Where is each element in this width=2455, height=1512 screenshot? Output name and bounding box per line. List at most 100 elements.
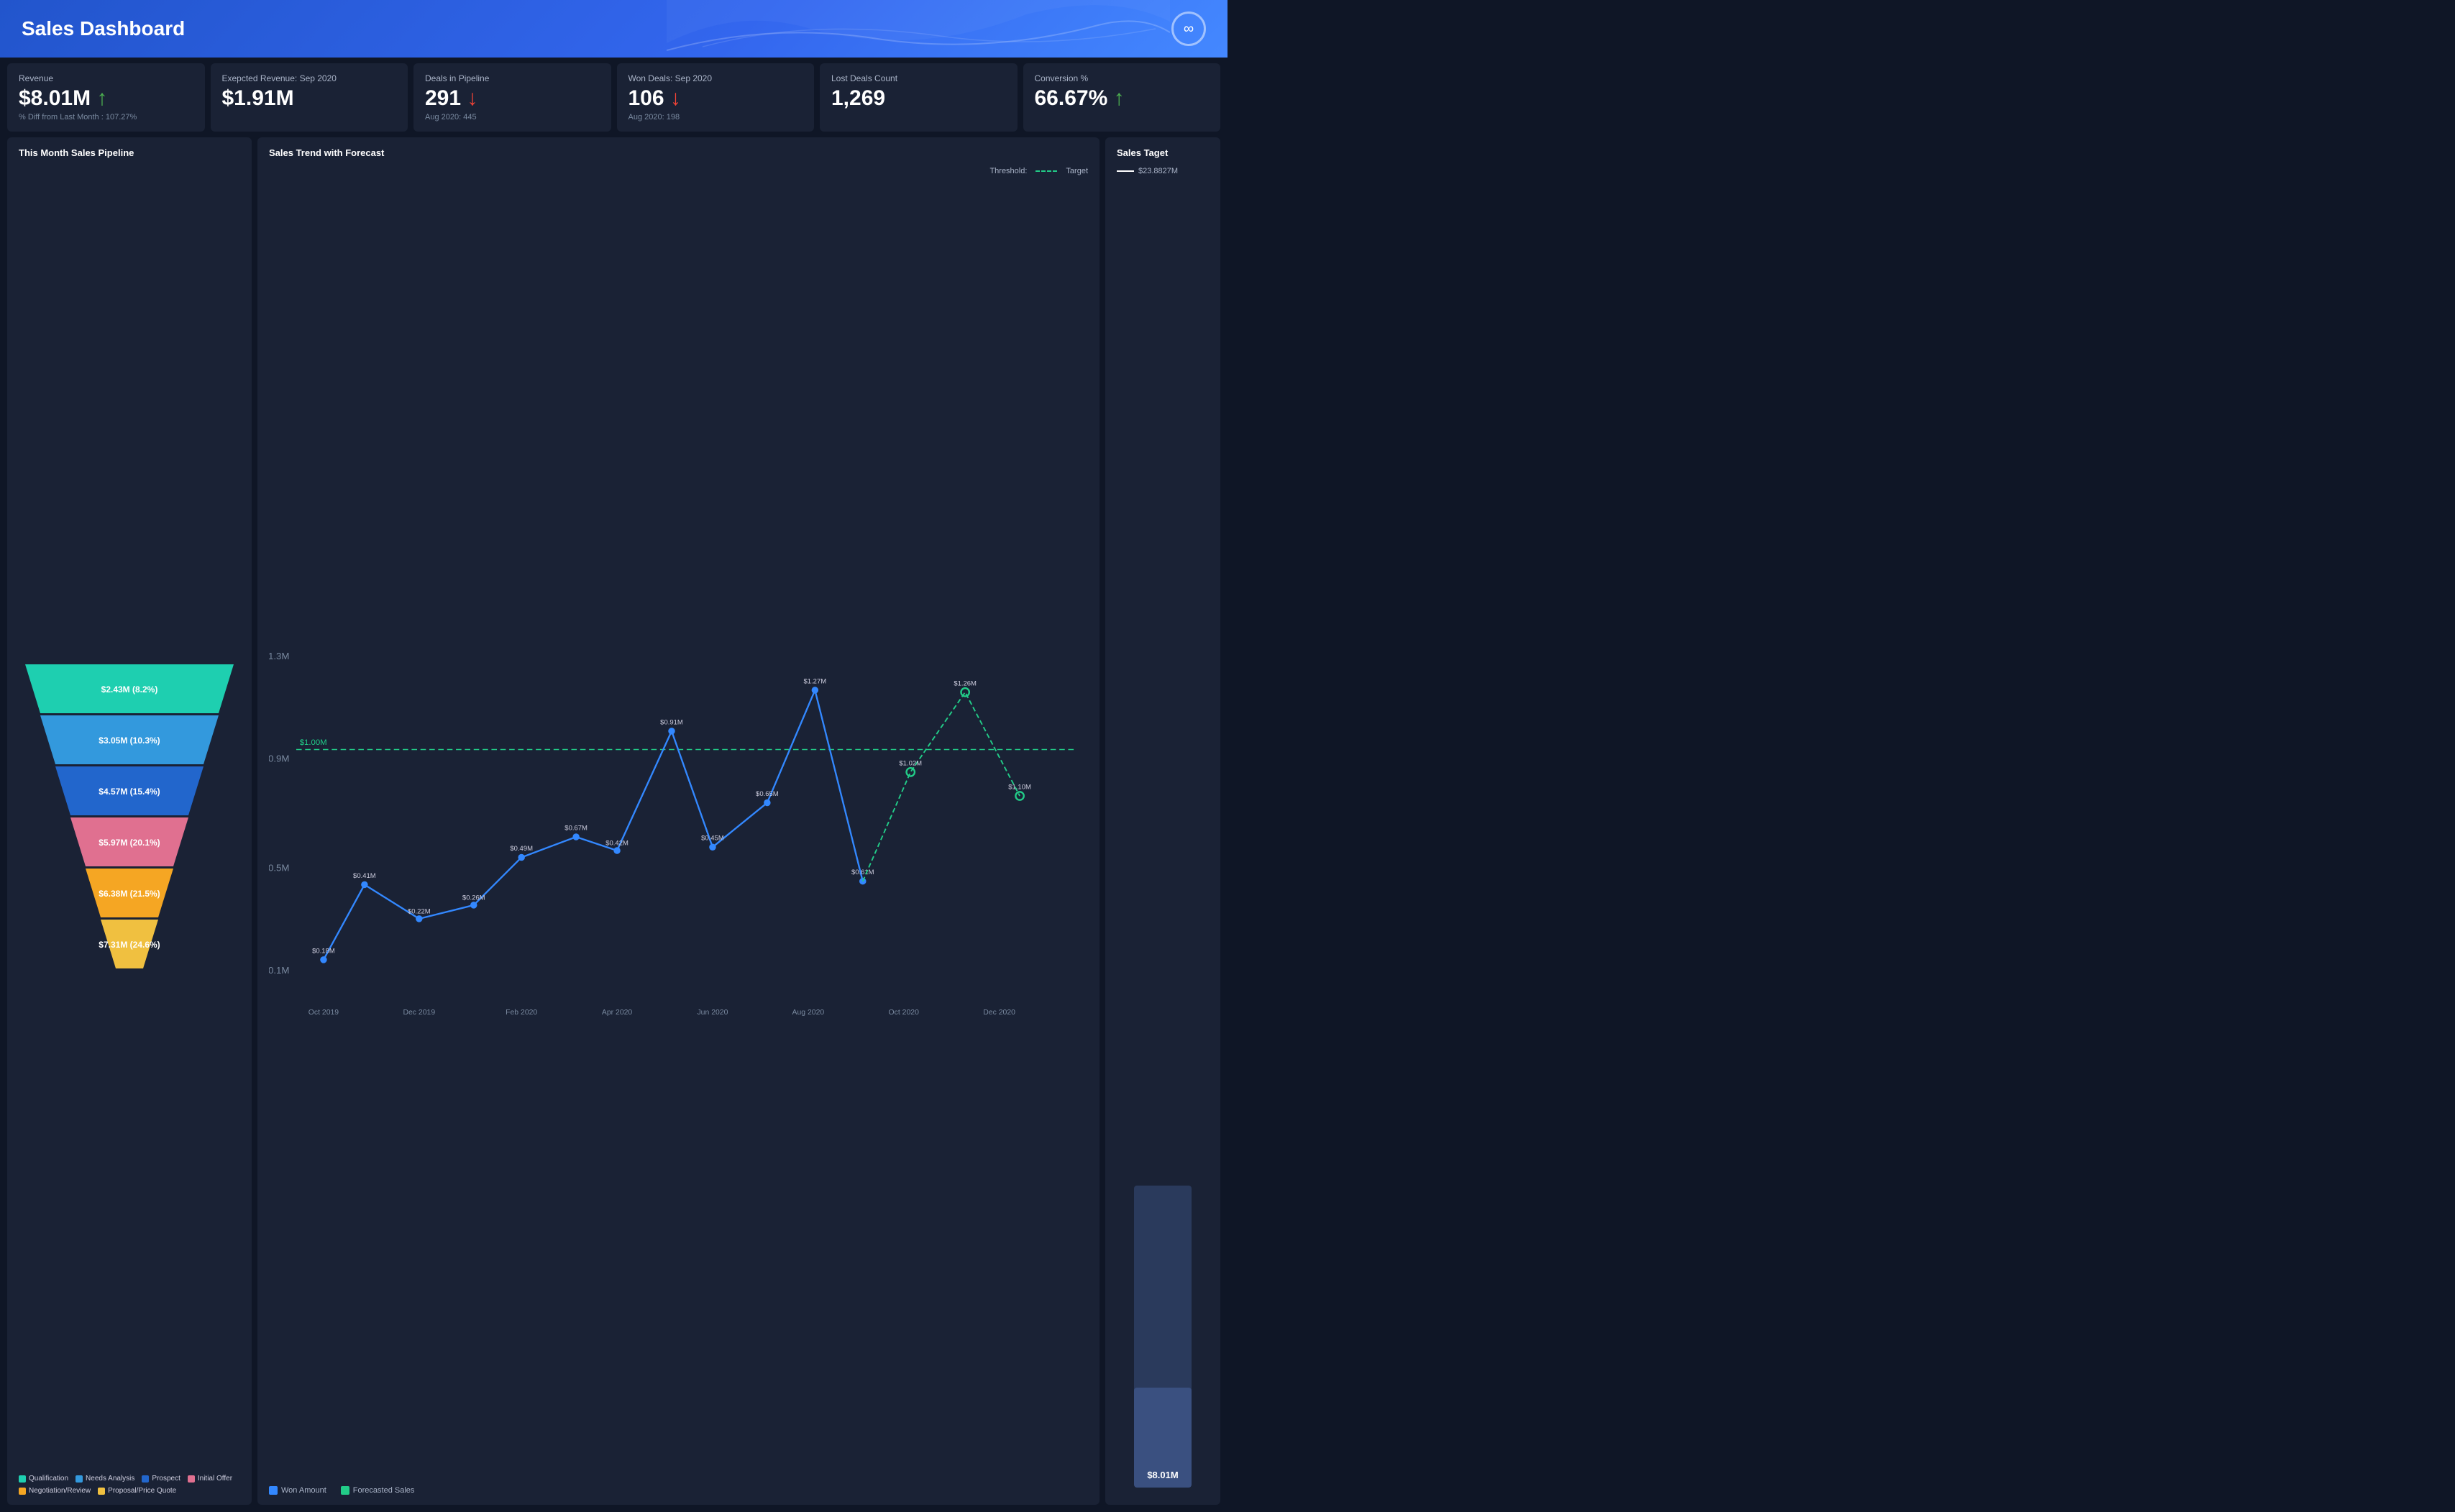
svg-text:$0.45M: $0.45M — [701, 835, 724, 843]
target-bar-container: $8.01M — [1117, 180, 1209, 1495]
header-title: Sales Dashboard — [22, 17, 185, 40]
svg-text:Oct 2019: Oct 2019 — [308, 1009, 339, 1017]
legend-item-1: Needs Analysis — [76, 1475, 134, 1483]
svg-text:$0.65M: $0.65M — [756, 790, 779, 798]
legend-won-label: Won Amount — [281, 1486, 326, 1495]
kpi-conversion-label: Conversion % — [1035, 73, 1210, 83]
kpi-lost-value: 1,269 — [831, 86, 1006, 110]
target-title: Sales Taget — [1117, 147, 1209, 158]
kpi-revenue-value: $8.01M ↑ — [19, 86, 193, 110]
svg-text:$1.27M: $1.27M — [804, 677, 827, 685]
svg-text:Feb 2020: Feb 2020 — [506, 1009, 537, 1017]
kpi-expected-value: $1.91M — [222, 86, 397, 110]
legend-label-3: Initial Offer — [198, 1475, 232, 1483]
kpi-row: Revenue $8.01M ↑ % Diff from Last Month … — [0, 58, 1228, 137]
kpi-expected-revenue: Exepcted Revenue: Sep 2020 $1.91M — [211, 63, 408, 132]
legend-item-0: Qualification — [19, 1475, 68, 1483]
kpi-lost-label: Lost Deals Count — [831, 73, 1006, 83]
legend-won: Won Amount — [269, 1486, 326, 1495]
svg-text:$0.61M: $0.61M — [851, 869, 874, 876]
kpi-won-sub: Aug 2020: 198 — [628, 113, 803, 122]
svg-text:$0.42M: $0.42M — [605, 839, 628, 847]
legend-label-1: Needs Analysis — [86, 1475, 134, 1483]
kpi-conversion: Conversion % 66.67% ↑ — [1023, 63, 1221, 132]
legend-label-4: Negotiation/Review — [29, 1487, 91, 1495]
svg-text:Jun 2020: Jun 2020 — [697, 1009, 728, 1017]
funnel-step-2: $4.57M (15.4%) — [25, 766, 234, 815]
svg-text:$1.26M: $1.26M — [954, 679, 977, 687]
kpi-pipeline-label: Deals in Pipeline — [425, 73, 600, 83]
kpi-lost-deals: Lost Deals Count 1,269 — [820, 63, 1018, 132]
chart-panel: Sales Trend with Forecast Threshold: Tar… — [257, 137, 1100, 1505]
svg-text:Aug 2020: Aug 2020 — [792, 1009, 824, 1017]
kpi-conversion-value: 66.67% ↑ — [1035, 86, 1210, 110]
legend-item-3: Initial Offer — [188, 1475, 232, 1483]
header-wave — [667, 0, 1170, 58]
svg-text:$4.57M (15.4%): $4.57M (15.4%) — [99, 787, 160, 797]
target-panel: Sales Taget $23.8827M $8.01M — [1105, 137, 1220, 1505]
funnel-step-4: $6.38M (21.5%) — [25, 869, 234, 917]
threshold-label: Threshold: — [989, 167, 1027, 175]
svg-text:Dec 2019: Dec 2019 — [403, 1009, 435, 1017]
svg-text:$0.22M: $0.22M — [408, 907, 431, 915]
legend-label-0: Qualification — [29, 1475, 68, 1483]
funnel-step-5: $7.31M (24.6%) — [25, 920, 234, 968]
svg-text:$6.38M (21.5%): $6.38M (21.5%) — [99, 889, 160, 899]
legend-item-2: Prospect — [142, 1475, 180, 1483]
funnel-panel: This Month Sales Pipeline $2.43M (8.2%)$… — [7, 137, 252, 1505]
svg-text:$5.97M (20.1%): $5.97M (20.1%) — [99, 838, 160, 848]
target-line: $23.8827M — [1117, 167, 1209, 175]
main-content: This Month Sales Pipeline $2.43M (8.2%)$… — [0, 137, 1228, 1512]
svg-text:$0.67M: $0.67M — [564, 825, 588, 833]
target-bar-fill: $8.01M — [1134, 1388, 1192, 1488]
funnel-title: This Month Sales Pipeline — [19, 147, 240, 158]
target-current-value: $8.01M — [1134, 1470, 1192, 1480]
svg-text:Apr 2020: Apr 2020 — [602, 1009, 633, 1017]
funnel-container: $2.43M (8.2%) $3.05M (10.3%) $4.57M (15.4%… — [19, 167, 240, 1466]
chart-title: Sales Trend with Forecast — [269, 147, 1088, 158]
svg-text:$0.26M: $0.26M — [462, 894, 485, 902]
kpi-won-value: 106 ↓ — [628, 86, 803, 110]
kpi-won-label: Won Deals: Sep 2020 — [628, 73, 803, 83]
svg-text:$1.02M: $1.02M — [899, 759, 922, 767]
kpi-pipeline: Deals in Pipeline 291 ↓ Aug 2020: 445 — [413, 63, 611, 132]
kpi-expected-label: Exepcted Revenue: Sep 2020 — [222, 73, 397, 83]
svg-text:$0.91M: $0.91M — [660, 718, 683, 726]
target-amount: $23.8827M — [1138, 167, 1178, 175]
kpi-pipeline-value: 291 ↓ — [425, 86, 600, 110]
svg-text:$1.3M: $1.3M — [269, 651, 289, 661]
target-bar-bg: $8.01M — [1134, 1186, 1192, 1488]
svg-text:$2.43M (8.2%): $2.43M (8.2%) — [101, 684, 158, 695]
svg-text:$0.5M: $0.5M — [269, 862, 289, 873]
kpi-revenue-label: Revenue — [19, 73, 193, 83]
header: Sales Dashboard ∞ — [0, 0, 1228, 58]
svg-text:$0.9M: $0.9M — [269, 753, 289, 764]
legend-item-4: Negotiation/Review — [19, 1487, 91, 1495]
kpi-pipeline-sub: Aug 2020: 445 — [425, 113, 600, 122]
legend-label-5: Proposal/Price Quote — [108, 1487, 176, 1495]
svg-text:$3.05M (10.3%): $3.05M (10.3%) — [99, 736, 160, 746]
chart-svg-wrapper: $1.3M $0.9M $0.5M $0.1M $1.00M Oct 2019 … — [269, 180, 1088, 1480]
funnel-step-0: $2.43M (8.2%) — [25, 664, 234, 713]
legend-item-5: Proposal/Price Quote — [98, 1487, 176, 1495]
line-chart: $1.3M $0.9M $0.5M $0.1M $1.00M Oct 2019 … — [269, 180, 1088, 1480]
legend-forecast-label: Forecasted Sales — [353, 1486, 415, 1495]
svg-text:$0.1M: $0.1M — [269, 965, 289, 976]
svg-text:$0.18M: $0.18M — [312, 947, 335, 955]
svg-text:$7.31M (24.6%): $7.31M (24.6%) — [99, 940, 160, 950]
kpi-revenue-sub: % Diff from Last Month : 107.27% — [19, 113, 193, 122]
kpi-revenue: Revenue $8.01M ↑ % Diff from Last Month … — [7, 63, 205, 132]
kpi-won-deals: Won Deals: Sep 2020 106 ↓ Aug 2020: 198 — [617, 63, 815, 132]
svg-text:$1.00M: $1.00M — [300, 738, 327, 747]
svg-text:Oct 2020: Oct 2020 — [889, 1009, 920, 1017]
target-label: Target — [1066, 167, 1088, 175]
legend-forecast: Forecasted Sales — [341, 1486, 415, 1495]
svg-text:$0.49M: $0.49M — [510, 845, 533, 853]
chart-legend: Won Amount Forecasted Sales — [269, 1480, 1088, 1495]
legend-label-2: Prospect — [152, 1475, 180, 1483]
svg-text:$1.10M: $1.10M — [1008, 784, 1031, 792]
svg-text:$0.41M: $0.41M — [353, 872, 376, 880]
svg-text:Dec 2020: Dec 2020 — [983, 1009, 1015, 1017]
funnel-legend: Qualification Needs Analysis Prospect Initi… — [19, 1475, 240, 1495]
header-logo: ∞ — [1171, 12, 1206, 46]
